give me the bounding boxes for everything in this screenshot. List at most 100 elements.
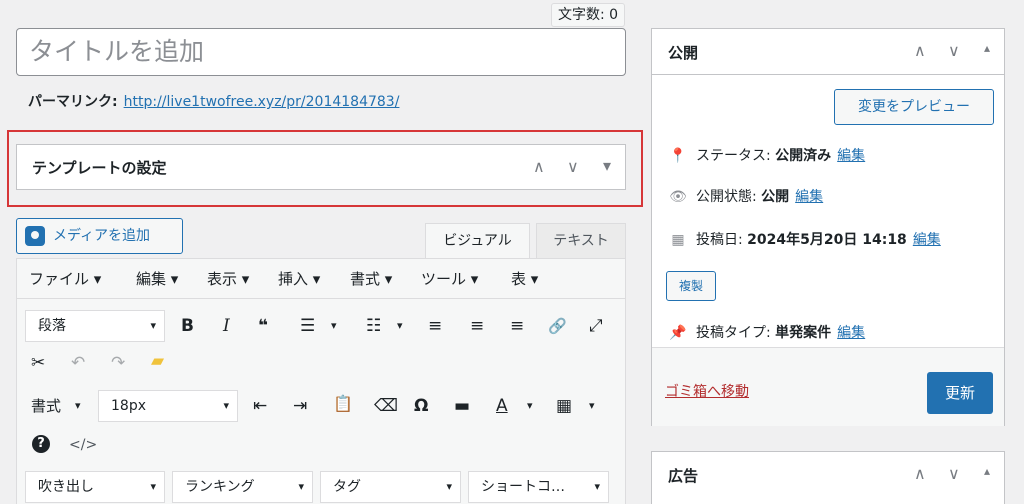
indent-icon[interactable]: ⇥ xyxy=(293,396,307,416)
date-label: 投稿日: xyxy=(696,232,743,248)
paste-icon[interactable]: 📋 xyxy=(333,394,353,414)
visibility-row: 👁 公開状態: 公開 編集 xyxy=(668,187,823,207)
outdent-icon[interactable]: ⇤ xyxy=(253,396,267,416)
sticky-note-icon[interactable]: ▰ xyxy=(151,351,164,371)
menu-format[interactable]: 書式 ▾ xyxy=(350,259,392,299)
update-button[interactable]: 更新 xyxy=(927,372,993,414)
menu-file[interactable]: ファイル ▾ xyxy=(29,259,101,299)
font-size-select[interactable]: 18px ▾ xyxy=(98,390,238,422)
add-media-label: メディアを追加 xyxy=(53,228,151,244)
help-icon[interactable]: ? xyxy=(32,435,50,453)
paragraph-select[interactable]: 段落 ▾ xyxy=(25,310,165,342)
tag-select[interactable]: タグ ▾ xyxy=(320,471,461,503)
visibility-value: 公開 xyxy=(761,189,790,205)
word-count: 文字数: 0 xyxy=(551,3,625,27)
publish-box-title: 公開 xyxy=(668,44,699,62)
menu-table[interactable]: 表 ▾ xyxy=(511,259,538,299)
ranking-select[interactable]: ランキング ▾ xyxy=(172,471,313,503)
numbered-list-dropdown-icon[interactable]: ▾ xyxy=(397,316,403,336)
unlink-icon[interactable]: ✂ xyxy=(31,353,45,373)
tag-select-value: タグ xyxy=(333,479,361,495)
undo-icon[interactable]: ↶ xyxy=(71,353,85,373)
media-icon xyxy=(25,226,45,246)
bullet-list-icon[interactable]: ☰ xyxy=(300,316,315,336)
horizontal-rule-icon[interactable]: ▬ xyxy=(454,396,470,416)
italic-icon[interactable]: I xyxy=(223,316,230,336)
ad-box: 広告 ∧ ∨ ▴ xyxy=(651,451,1005,504)
balloon-select[interactable]: 吹き出し ▾ xyxy=(25,471,165,503)
add-media-button[interactable]: メディアを追加 xyxy=(16,218,183,254)
chevron-down-icon: ▾ xyxy=(150,480,156,493)
edit-status-link[interactable]: 編集 xyxy=(837,148,865,164)
format-dropdown-icon[interactable]: ▾ xyxy=(75,396,81,416)
publish-box: 公開 ∧ ∨ ▴ 変更をプレビュー 📍 ステータス: 公開済み 編集 👁 公開状態: … xyxy=(651,28,1005,426)
move-up-icon[interactable]: ∧ xyxy=(914,41,926,60)
link-icon[interactable]: 🔗 xyxy=(548,316,567,336)
toggle-panel-icon[interactable]: ▴ xyxy=(984,464,990,478)
permalink: パーマリンク: http://live1twofree.xyz/pr/201418… xyxy=(28,92,399,112)
preview-changes-button[interactable]: 変更をプレビュー xyxy=(834,89,994,125)
permalink-url[interactable]: http://live1twofree.xyz/pr/2014184783/ xyxy=(124,94,400,110)
chevron-down-icon: ▾ xyxy=(298,480,304,493)
move-down-icon[interactable]: ∨ xyxy=(948,41,960,60)
menu-insert[interactable]: 挿入 ▾ xyxy=(278,259,320,299)
toggle-panel-icon[interactable]: ▴ xyxy=(984,41,990,55)
align-right-icon[interactable]: ≡ xyxy=(510,316,524,336)
date-value: 2024年5月20日 14:18 xyxy=(747,232,907,248)
tab-visual[interactable]: ビジュアル xyxy=(425,223,530,259)
redo-icon[interactable]: ↷ xyxy=(111,353,125,373)
menu-edit[interactable]: 編集 ▾ xyxy=(136,259,178,299)
post-title-input[interactable]: タイトルを追加 xyxy=(16,28,626,76)
chevron-down-icon: ▾ xyxy=(150,319,156,332)
font-size-select-value: 18px xyxy=(111,398,146,414)
post-type-value: 単発案件 xyxy=(775,325,832,341)
permalink-label: パーマリンク: xyxy=(28,94,118,110)
status-value: 公開済み xyxy=(775,148,832,164)
highlight-frame xyxy=(7,130,643,207)
blockquote-icon[interactable]: ❝ xyxy=(258,316,268,336)
table-icon[interactable]: ▦ xyxy=(556,396,572,416)
ranking-select-value: ランキング xyxy=(185,479,255,495)
calendar-icon: ▦ xyxy=(671,232,685,248)
status-row: 📍 ステータス: 公開済み 編集 xyxy=(668,146,865,166)
move-down-icon[interactable]: ∨ xyxy=(948,464,960,483)
eraser-icon[interactable]: ⌫ xyxy=(374,396,398,416)
align-center-icon[interactable]: ≡ xyxy=(470,316,484,336)
align-left-icon[interactable]: ≡ xyxy=(428,316,442,336)
text-color-icon[interactable]: A xyxy=(496,396,508,416)
paragraph-select-value: 段落 xyxy=(38,318,66,334)
visibility-label: 公開状態: xyxy=(696,189,757,205)
edit-date-link[interactable]: 編集 xyxy=(913,232,941,248)
numbered-list-icon[interactable]: ☷ xyxy=(366,316,381,336)
move-to-trash-link[interactable]: ゴミ箱へ移動 xyxy=(665,381,749,401)
chevron-down-icon: ▾ xyxy=(594,480,600,493)
table-dropdown-icon[interactable]: ▾ xyxy=(589,396,595,416)
bullet-list-dropdown-icon[interactable]: ▾ xyxy=(331,316,337,336)
chevron-down-icon: ▾ xyxy=(446,480,452,493)
ad-box-title: 広告 xyxy=(668,467,699,485)
fullscreen-icon[interactable]: ⤢ xyxy=(589,316,603,336)
bold-icon[interactable]: B xyxy=(181,316,194,336)
menu-view[interactable]: 表示 ▾ xyxy=(207,259,249,299)
thumbtack-icon: 📌 xyxy=(669,325,687,341)
code-icon[interactable]: </> xyxy=(69,435,97,455)
chevron-down-icon: ▾ xyxy=(223,399,229,412)
text-color-dropdown-icon[interactable]: ▾ xyxy=(527,396,533,416)
shortcode-select[interactable]: ショートコ… ▾ xyxy=(468,471,609,503)
special-character-icon[interactable]: Ω xyxy=(414,396,428,416)
move-up-icon[interactable]: ∧ xyxy=(914,464,926,483)
editor-menubar: ファイル ▾ 編集 ▾ 表示 ▾ 挿入 ▾ 書式 ▾ ツール ▾ 表 ▾ xyxy=(17,259,625,299)
post-type-row: 📌 投稿タイプ: 単発案件 編集 xyxy=(668,323,865,343)
format-label[interactable]: 書式 xyxy=(31,396,61,416)
shortcode-select-value: ショートコ… xyxy=(481,479,565,495)
tab-text[interactable]: テキスト xyxy=(536,223,626,259)
edit-visibility-link[interactable]: 編集 xyxy=(795,189,823,205)
menu-tools[interactable]: ツール ▾ xyxy=(421,259,478,299)
edit-post-type-link[interactable]: 編集 xyxy=(837,325,865,341)
duplicate-button[interactable]: 複製 xyxy=(666,271,716,301)
post-type-label: 投稿タイプ: xyxy=(696,325,771,341)
publish-box-header: 公開 ∧ ∨ ▴ xyxy=(652,29,1004,75)
balloon-select-value: 吹き出し xyxy=(38,479,94,495)
status-label: ステータス: xyxy=(696,148,771,164)
editor: ファイル ▾ 編集 ▾ 表示 ▾ 挿入 ▾ 書式 ▾ ツール ▾ 表 ▾ 段落 ▾… xyxy=(16,258,626,504)
